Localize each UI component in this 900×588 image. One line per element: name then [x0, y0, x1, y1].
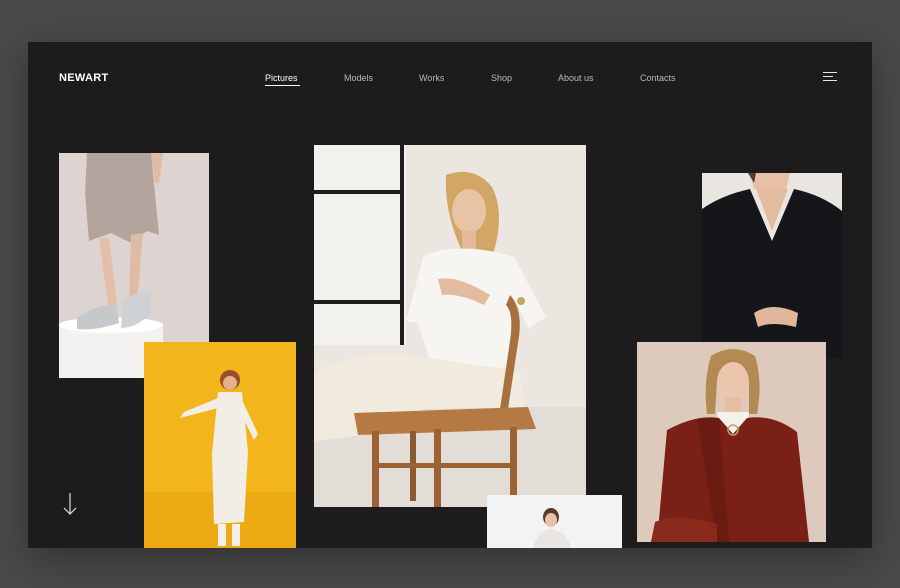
nav-item-pictures[interactable]: Pictures [265, 73, 300, 86]
nav-item-about-us[interactable]: About us [558, 73, 594, 83]
photo-yellow-dress[interactable] [144, 342, 296, 548]
arrow-down-icon[interactable] [62, 492, 78, 516]
photo-woman-on-chair[interactable] [314, 145, 586, 507]
photo-small-portrait[interactable] [487, 495, 622, 548]
hamburger-menu-icon[interactable] [823, 72, 839, 82]
photo-black-top[interactable] [702, 173, 842, 357]
photo-red-coat[interactable] [637, 342, 826, 542]
nav-item-works[interactable]: Works [419, 73, 444, 83]
nav-item-models[interactable]: Models [344, 73, 373, 83]
main-nav: Pictures Models Works Shop About us Cont… [28, 73, 872, 87]
nav-item-shop[interactable]: Shop [491, 73, 512, 83]
app-frame: NEWART Pictures Models Works Shop About … [28, 42, 872, 548]
nav-item-contacts[interactable]: Contacts [640, 73, 676, 83]
